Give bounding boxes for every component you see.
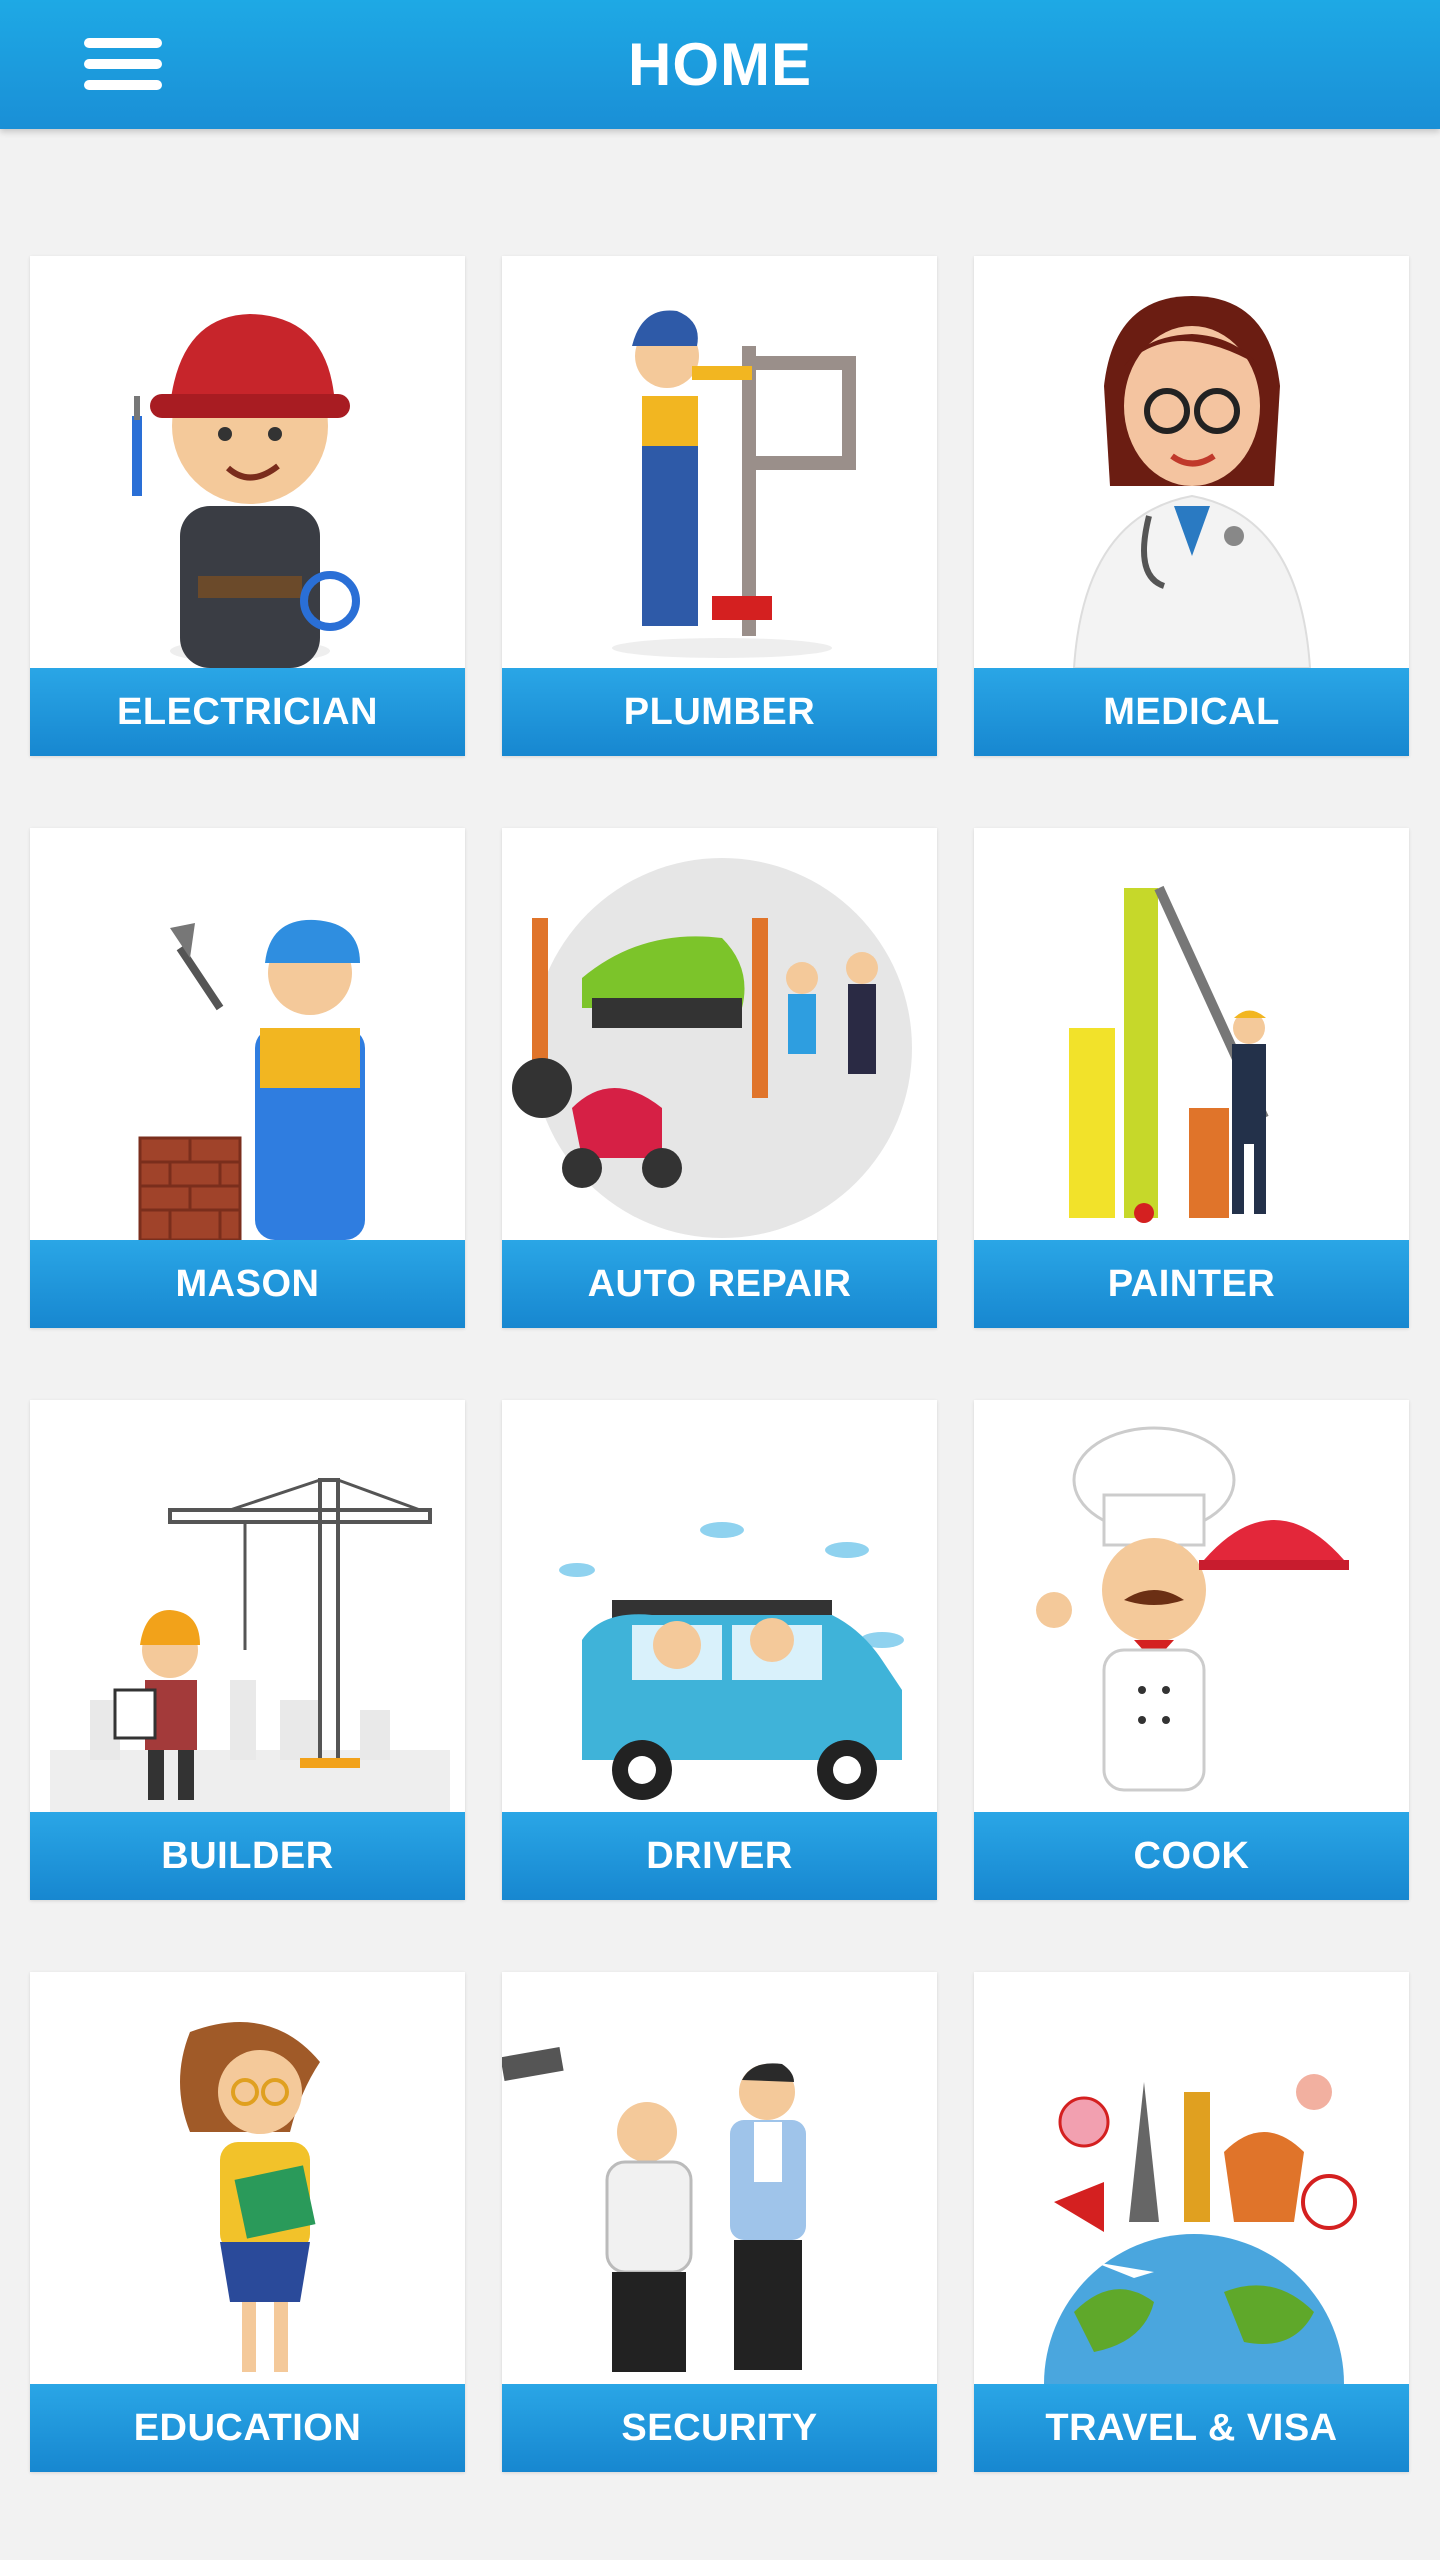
painter-illustration [974,828,1409,1240]
doctor-illustration [974,256,1409,668]
builder-crane-illustration [30,1400,465,1812]
plumber-illustration [502,256,937,668]
category-label: TRAVEL & VISA [1045,2406,1338,2449]
category-label-bar: ELECTRICIAN [30,668,465,756]
electrician-illustration [30,256,465,668]
chef-illustration [974,1400,1409,1812]
category-card-cook[interactable]: COOK [974,1400,1409,1900]
category-card-medical[interactable]: MEDICAL [974,256,1409,756]
category-label-bar: EDUCATION [30,2384,465,2472]
category-label-bar: DRIVER [502,1812,937,1900]
security-guards-illustration [502,1972,937,2384]
car-driver-illustration [502,1400,937,1812]
category-card-driver[interactable]: DRIVER [502,1400,937,1900]
category-label: AUTO REPAIR [587,1262,852,1305]
category-label: SECURITY [621,2406,818,2449]
category-label-bar: MASON [30,1240,465,1328]
mason-illustration [30,828,465,1240]
category-label: PAINTER [1107,1262,1276,1305]
category-label-bar: COOK [974,1812,1409,1900]
category-card-painter[interactable]: PAINTER [974,828,1409,1328]
auto-repair-illustration [502,828,937,1240]
category-card-builder[interactable]: BUILDER [30,1400,465,1900]
travel-globe-illustration [974,1972,1409,2384]
category-card-plumber[interactable]: PLUMBER [502,256,937,756]
teacher-illustration [30,1972,465,2384]
page-title: HOME [628,31,812,98]
category-grid: ELECTRICIAN PLUMBER MEDICAL MASON AUTO R… [30,256,1410,2476]
category-label-bar: PAINTER [974,1240,1409,1328]
category-card-electrician[interactable]: ELECTRICIAN [30,256,465,756]
category-label-bar: MEDICAL [974,668,1409,756]
category-label-bar: AUTO REPAIR [502,1240,937,1328]
category-card-security[interactable]: SECURITY [502,1972,937,2472]
category-label-bar: BUILDER [30,1812,465,1900]
category-card-travel-visa[interactable]: TRAVEL & VISA [974,1972,1409,2472]
category-label: MASON [175,1262,320,1305]
category-label: ELECTRICIAN [117,690,378,733]
category-label: DRIVER [646,1834,793,1877]
category-label-bar: PLUMBER [502,668,937,756]
category-card-auto-repair[interactable]: AUTO REPAIR [502,828,937,1328]
category-card-education[interactable]: EDUCATION [30,1972,465,2472]
category-card-mason[interactable]: MASON [30,828,465,1328]
category-label: EDUCATION [133,2406,362,2449]
category-label: BUILDER [161,1834,334,1877]
category-label: COOK [1133,1834,1250,1877]
category-label: MEDICAL [1103,690,1280,733]
category-label-bar: SECURITY [502,2384,937,2472]
category-label: PLUMBER [623,690,816,733]
app-header: HOME [0,0,1440,129]
category-label-bar: TRAVEL & VISA [974,2384,1409,2472]
